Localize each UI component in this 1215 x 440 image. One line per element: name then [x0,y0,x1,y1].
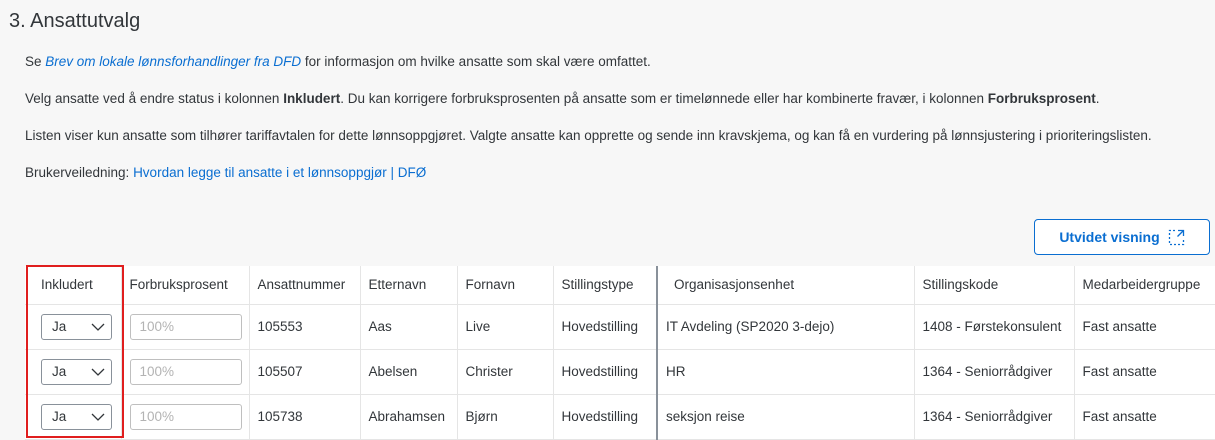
intro-p4-prefix: Brukerveiledning: [25,165,134,180]
inkludert-select[interactable]: Ja [41,358,112,385]
cell-forbruksprosent: 100% [121,349,250,395]
cell-stillingskode: 1408 - Førstekonsulent [914,304,1075,350]
intro-paragraph-2: Velg ansatte ved å endre status i kolonn… [25,91,1100,106]
cell-ansattnummer: 105553 [249,304,361,350]
col-header-stillingskode[interactable]: Stillingskode [914,266,1075,305]
cell-stillingstype: Hovedstilling [553,349,658,395]
user-guide-link[interactable]: Hvordan legge til ansatte i et lønnsoppg… [133,165,426,180]
cell-inkludert: Ja [25,394,122,440]
chevron-down-icon [91,413,105,421]
intro-p2-text-a: Velg ansatte ved å endre status i kolonn… [25,91,284,106]
col-header-medarbeidergruppe[interactable]: Medarbeidergruppe [1074,266,1215,305]
cell-ansattnummer: 105507 [249,349,361,395]
cell-stillingskode: 1364 - Seniorrådgiver [914,394,1075,440]
expanded-view-label: Utvidet visning [1059,229,1160,245]
intro-paragraph-1: Se Brev om lokale lønnsforhandlinger fra… [25,54,651,69]
inkludert-select-value: Ja [52,319,67,334]
cell-forbruksprosent: 100% [121,394,250,440]
col-header-organisasjonsenhet[interactable]: Organisasjonsenhet [656,266,915,305]
col-header-ansattnummer[interactable]: Ansattnummer [249,266,361,305]
chevron-down-icon [91,368,105,376]
cell-forbruksprosent: 100% [121,304,250,350]
intro-p1-suffix: for informasjon om hvilke ansatte som sk… [301,54,651,69]
col-header-stillingstype[interactable]: Stillingstype [553,266,658,305]
dfd-letter-link[interactable]: Brev om lokale lønnsforhandlinger fra DF… [45,54,301,69]
intro-p2-bold-forbruk: Forbruksprosent [987,91,1096,106]
cell-medarbeidergruppe: Fast ansatte [1074,349,1215,395]
intro-paragraph-4: Brukerveiledning: Hvordan legge til ansa… [25,165,426,180]
chevron-down-icon [91,323,105,331]
expanded-view-button[interactable]: Utvidet visning [1034,219,1210,255]
col-header-forbruksprosent[interactable]: Forbruksprosent [121,266,250,305]
forbruksprosent-input[interactable]: 100% [129,403,242,430]
intro-p2-text-c: . Du kan korrigere forbruksprosenten på … [340,91,988,106]
cell-inkludert: Ja [25,304,122,350]
cell-ansattnummer: 105738 [249,394,361,440]
cell-etternavn: Abelsen [360,349,458,395]
intro-p2-bold-inkludert: Inkludert [283,91,341,106]
cell-etternavn: Abrahamsen [360,394,458,440]
cell-organisasjonsenhet: seksjon reise [656,394,915,440]
col-header-inkludert[interactable]: Inkludert [25,266,122,305]
cell-medarbeidergruppe: Fast ansatte [1074,394,1215,440]
cell-fornavn: Bjørn [457,394,554,440]
cell-medarbeidergruppe: Fast ansatte [1074,304,1215,350]
cell-stillingstype: Hovedstilling [553,394,658,440]
cell-etternavn: Aas [360,304,458,350]
cell-organisasjonsenhet: IT Avdeling (SP2020 3-dejo) [656,304,915,350]
inkludert-select-value: Ja [52,409,67,424]
cell-stillingstype: Hovedstilling [553,304,658,350]
employee-table: Inkludert Forbruksprosent Ansattnummer E… [25,266,1215,440]
cell-organisasjonsenhet: HR [656,349,915,395]
table-row[interactable]: Ja 100% 105507 Abelsen Christer Hovedsti… [25,349,1215,395]
forbruksprosent-input[interactable]: 100% [129,313,242,340]
intro-p1-prefix: Se [25,54,46,69]
inkludert-select[interactable]: Ja [41,313,112,340]
col-header-etternavn[interactable]: Etternavn [360,266,458,305]
forbruksprosent-input[interactable]: 100% [129,358,242,385]
table-header-row: Inkludert Forbruksprosent Ansattnummer E… [25,266,1215,305]
cell-fornavn: Christer [457,349,554,395]
employee-table-container: Inkludert Forbruksprosent Ansattnummer E… [25,266,1215,440]
external-expand-icon [1168,229,1184,245]
table-row[interactable]: Ja 100% 105553 Aas Live Hovedstilling IT… [25,304,1215,350]
section-title: 3. Ansattutvalg [9,10,141,32]
inkludert-select-value: Ja [52,364,67,379]
cell-inkludert: Ja [25,349,122,395]
inkludert-select[interactable]: Ja [41,403,112,430]
table-row[interactable]: Ja 100% 105738 Abrahamsen Bjørn Hovedsti… [25,394,1215,440]
intro-paragraph-3: Listen viser kun ansatte som tilhører ta… [25,128,1152,143]
cell-stillingskode: 1364 - Seniorrådgiver [914,349,1075,395]
col-header-fornavn[interactable]: Fornavn [457,266,554,305]
intro-p2-text-e: . [1095,91,1100,106]
cell-fornavn: Live [457,304,554,350]
